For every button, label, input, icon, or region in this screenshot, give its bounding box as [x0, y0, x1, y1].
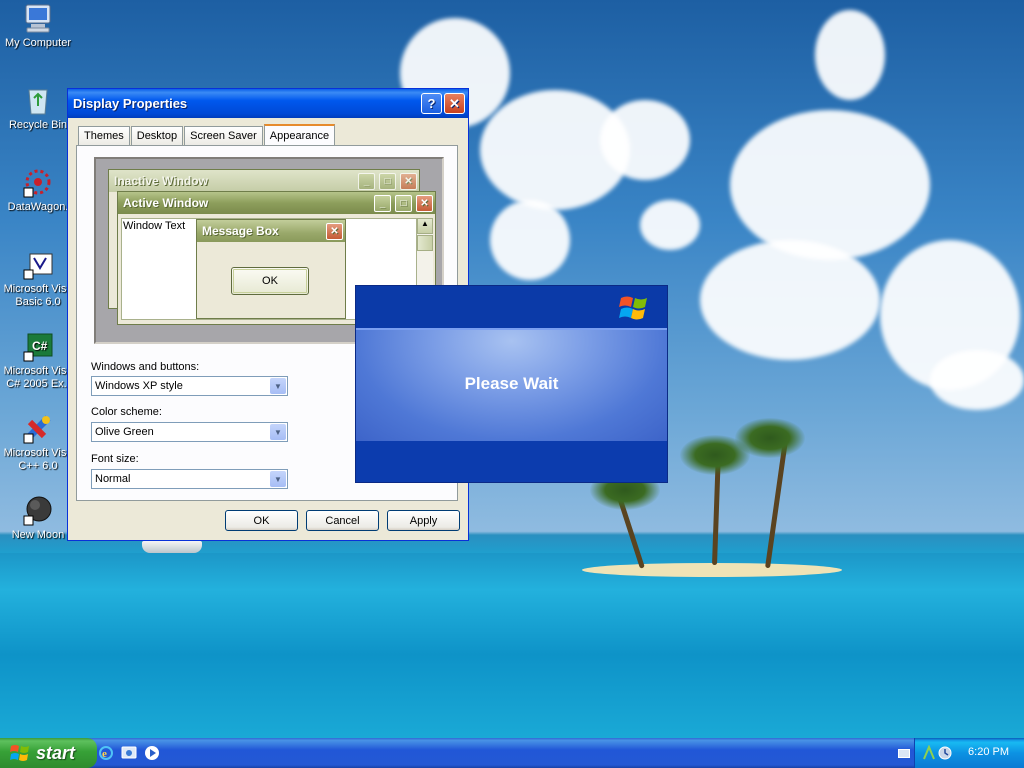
minimize-icon: _	[374, 195, 391, 212]
windows-logo-icon	[619, 294, 649, 322]
palm-leaves	[735, 418, 805, 458]
tab-themes[interactable]: Themes	[78, 126, 130, 145]
visual-basic-shortcut-icon	[22, 248, 54, 280]
windows-and-buttons-select[interactable]: Windows XP style ▼	[91, 376, 288, 396]
desktop-icon-recycle-bin[interactable]: Recycle Bin	[0, 84, 76, 132]
tab-strip: Themes Desktop Screen Saver Appearance	[78, 124, 336, 146]
desktop-icon-datawagon[interactable]: DataWagon.	[0, 166, 76, 214]
svg-text:C#: C#	[32, 339, 48, 353]
start-button[interactable]: start	[0, 738, 97, 768]
chevron-down-icon[interactable]: ▼	[270, 471, 286, 487]
palm-trunk	[765, 440, 788, 569]
preview-active-title: Active Window _ □ ✕	[118, 192, 435, 214]
tab-desktop[interactable]: Desktop	[130, 126, 184, 145]
keyboard-icon[interactable]	[898, 749, 910, 758]
please-wait-message: Please Wait	[464, 374, 559, 393]
scroll-up-icon: ▲	[417, 218, 433, 234]
font-size-label: Font size:	[91, 453, 139, 465]
preview-inactive-title: Inactive Window _ □ ✕	[109, 170, 419, 192]
chevron-down-icon[interactable]: ▼	[270, 378, 286, 394]
windows-flag-icon	[10, 744, 30, 762]
close-icon: ✕	[400, 173, 417, 190]
maximize-icon: □	[395, 195, 412, 212]
desktop-icon-visual-cpp[interactable]: Microsoft Visu C++ 6.0	[0, 412, 76, 473]
color-scheme-label: Color scheme:	[91, 406, 162, 418]
cloud	[490, 200, 570, 280]
message-box-title-text: Message Box	[202, 224, 279, 238]
cloud	[700, 240, 880, 360]
desktop-icon-visual-csharp[interactable]: C# Microsoft Visu C# 2005 Ex..	[0, 330, 76, 391]
color-scheme-select[interactable]: Olive Green ▼	[91, 422, 288, 442]
window-text: Window Text	[123, 220, 186, 232]
network-tray-icon[interactable]	[921, 744, 937, 764]
start-label: start	[36, 742, 76, 763]
island	[582, 563, 842, 577]
visual-cpp-shortcut-icon	[22, 412, 54, 444]
show-desktop-icon[interactable]	[121, 745, 137, 761]
security-tray-icon[interactable]	[937, 745, 953, 764]
clock[interactable]: 6:20 PM	[968, 746, 1009, 758]
please-wait-footer	[356, 441, 667, 482]
apply-button[interactable]: Apply	[387, 510, 460, 531]
cloud	[640, 200, 700, 250]
boat	[142, 541, 202, 553]
tab-appearance[interactable]: Appearance	[263, 124, 336, 146]
internet-explorer-icon[interactable]: e	[98, 745, 114, 761]
taskbar: start e 6:20 PM	[0, 738, 1024, 768]
tab-screen-saver[interactable]: Screen Saver	[184, 126, 263, 145]
cancel-button[interactable]: Cancel	[306, 510, 379, 531]
desktop-icon-my-computer[interactable]: My Computer	[0, 2, 76, 50]
font-size-value: Normal	[95, 473, 131, 485]
chevron-down-icon[interactable]: ▼	[270, 424, 286, 440]
windows-and-buttons-value: Windows XP style	[95, 380, 183, 392]
datawagon-shortcut-icon	[22, 166, 54, 198]
scroll-thumb	[417, 235, 433, 251]
windows-and-buttons-label: Windows and buttons:	[91, 361, 200, 373]
cloud	[730, 110, 930, 260]
my-computer-icon	[22, 2, 54, 34]
cloud	[600, 100, 690, 180]
cloud	[930, 350, 1024, 410]
desktop-icon-new-moon[interactable]: New Moon	[0, 494, 76, 542]
preview-message-box: Message Box ✕ OK	[196, 219, 346, 319]
window-title: Display Properties	[73, 96, 188, 111]
recycle-bin-icon	[22, 84, 54, 116]
title-bar[interactable]: Display Properties ? ✕	[68, 89, 468, 118]
minimize-icon: _	[358, 173, 375, 190]
desktop-icon-visual-basic[interactable]: Microsoft Visu Basic 6.0	[0, 248, 76, 309]
font-size-select[interactable]: Normal ▼	[91, 469, 288, 489]
close-icon: ✕	[326, 223, 343, 240]
inactive-title-text: Inactive Window	[114, 174, 208, 188]
help-button[interactable]: ?	[421, 93, 442, 114]
sea	[0, 553, 1024, 738]
please-wait-dialog: Please Wait	[355, 285, 668, 483]
media-player-icon[interactable]	[144, 745, 160, 761]
preview-ok-button: OK	[231, 267, 309, 295]
close-icon: ✕	[416, 195, 433, 212]
system-tray: 6:20 PM	[914, 738, 1024, 768]
preview-message-box-title: Message Box ✕	[197, 220, 345, 242]
active-title-text: Active Window	[123, 196, 209, 210]
color-scheme-value: Olive Green	[95, 426, 154, 438]
close-button[interactable]: ✕	[444, 93, 465, 114]
maximize-icon: □	[379, 173, 396, 190]
ok-button[interactable]: OK	[225, 510, 298, 531]
new-moon-shortcut-icon	[22, 494, 54, 526]
visual-csharp-shortcut-icon: C#	[22, 330, 54, 362]
cloud	[815, 10, 885, 100]
please-wait-header	[356, 286, 667, 328]
svg-text:e: e	[102, 748, 107, 760]
